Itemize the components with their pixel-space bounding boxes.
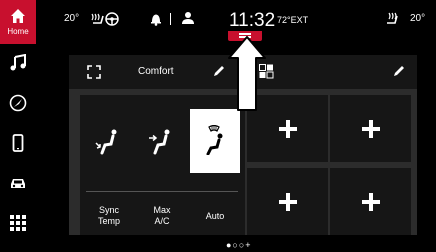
apps-icon [10,215,26,231]
home-label: Home [7,27,29,36]
plus-icon [361,119,380,138]
home-icon [11,9,25,23]
edit-widget-icon[interactable] [212,64,226,78]
vehicle-icon [11,179,25,188]
fullscreen-icon[interactable] [87,65,101,79]
plus-icon [361,192,380,211]
sidebar [0,44,36,252]
status-divider [170,13,171,25]
steering-heat-icon[interactable] [104,11,120,27]
sidebar-item-navigation[interactable] [0,87,36,119]
edit-layout-icon[interactable] [392,64,406,78]
page-indicator[interactable]: ●○○+ [226,240,252,250]
sync-temp-button[interactable]: Sync Temp [84,205,134,227]
airflow-floor-icon [95,129,117,155]
sidebar-item-music[interactable] [0,47,36,79]
max-ac-button[interactable]: Max A/C [137,205,187,227]
sidebar-item-phone[interactable] [0,127,36,159]
add-widget-tile[interactable] [330,95,411,162]
airflow-defrost-icon [206,125,223,155]
phone-icon [12,134,24,152]
bell-icon[interactable] [149,12,163,26]
navigation-icon [9,94,27,112]
add-widget-tile[interactable] [330,168,411,235]
hint-arrow-icon [228,36,266,111]
handle-line [239,33,251,35]
airflow-face-mode-button[interactable] [137,109,187,173]
passenger-seat-heat-icon[interactable] [385,11,401,27]
music-icon [10,54,26,71]
climate-widget: Sync Temp Max A/C Auto [80,95,245,235]
home-button[interactable]: Home [0,0,36,44]
plus-icon [278,192,297,211]
airflow-defrost-mode-button[interactable] [190,109,240,173]
user-icon[interactable] [181,11,195,25]
panel-title: Comfort [138,66,174,77]
add-widget-tile[interactable] [247,168,328,235]
outside-temperature: 72°EXT [277,15,309,25]
passenger-temperature[interactable]: 20° [410,13,425,24]
climate-divider [86,191,238,192]
sidebar-item-apps[interactable] [0,207,36,239]
inside-temperature[interactable]: 20° [64,13,79,24]
auto-button[interactable]: Auto [190,211,240,222]
airflow-face-icon [149,129,170,155]
plus-icon [278,119,297,138]
clock: 11:32 [229,10,276,31]
status-bar: Home 20° 11:32 72°EXT 20° [0,0,436,44]
sidebar-item-vehicle[interactable] [0,167,36,199]
airflow-floor-mode-button[interactable] [84,109,134,173]
